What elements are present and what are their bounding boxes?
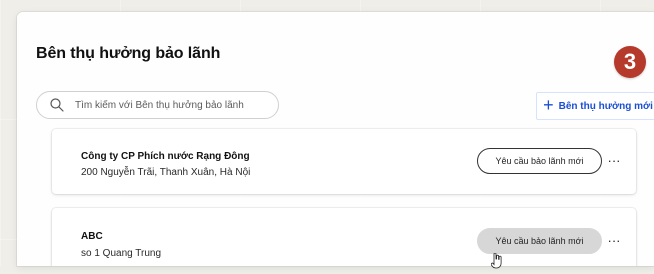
search-input[interactable] bbox=[75, 99, 265, 111]
add-beneficiary-button[interactable]: + Bên thụ hưởng mới bbox=[536, 92, 654, 120]
plus-icon: + bbox=[543, 95, 554, 115]
new-guarantee-request-button[interactable]: Yêu cầu bảo lãnh mới bbox=[477, 228, 602, 254]
beneficiary-card: ABC so 1 Quang Trung Yêu cầu bảo lãnh mớ… bbox=[52, 208, 636, 266]
beneficiary-name: ABC bbox=[81, 231, 103, 242]
step-badge-number: 3 bbox=[623, 49, 637, 74]
page-title: Bên thụ hưởng bảo lãnh bbox=[36, 45, 221, 62]
search-box[interactable] bbox=[36, 91, 279, 119]
new-guarantee-request-button[interactable]: Yêu cầu bảo lãnh mới bbox=[477, 148, 602, 174]
more-options-button[interactable]: ··· bbox=[605, 151, 623, 169]
beneficiary-card: Công ty CP Phích nước Rạng Đông 200 Nguy… bbox=[52, 129, 636, 194]
beneficiary-name: Công ty CP Phích nước Rạng Đông bbox=[81, 151, 250, 162]
search-icon bbox=[49, 97, 65, 113]
beneficiary-address: so 1 Quang Trung bbox=[81, 248, 162, 259]
beneficiary-panel: Bên thụ hưởng bảo lãnh + Bên thụ hưởng m… bbox=[17, 12, 654, 266]
add-beneficiary-label: Bên thụ hưởng mới bbox=[558, 100, 653, 112]
beneficiary-address: 200 Nguyễn Trãi, Thanh Xuân, Hà Nội bbox=[81, 167, 251, 178]
step-badge: 3 bbox=[614, 46, 646, 78]
more-options-button[interactable]: ··· bbox=[605, 231, 623, 249]
